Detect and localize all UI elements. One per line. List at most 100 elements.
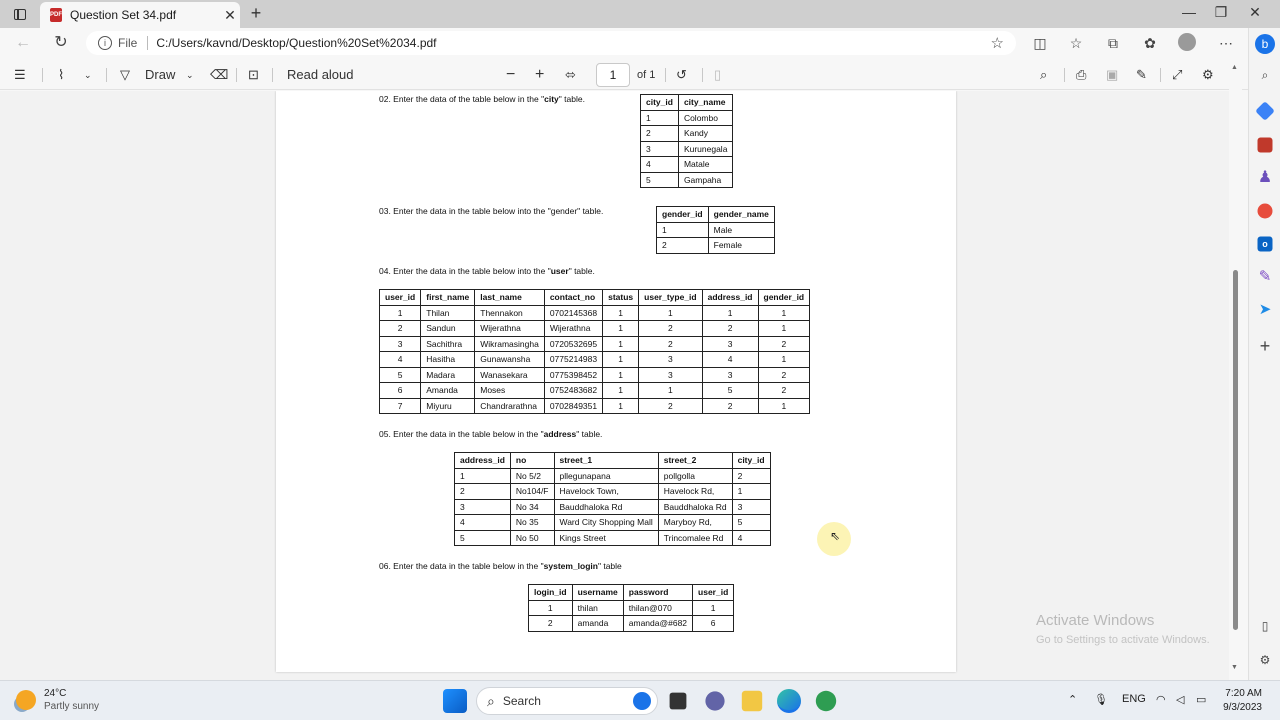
draw-icon[interactable]: ▽: [120, 65, 130, 85]
minimize-button[interactable]: —: [1174, 4, 1204, 20]
rotate-icon[interactable]: ↺: [676, 65, 687, 85]
text-icon[interactable]: ⊡: [248, 65, 259, 85]
column-header: address_id: [701, 289, 759, 306]
search-icon[interactable]: ⌕: [1255, 65, 1275, 85]
table-cell: 4: [640, 156, 679, 173]
close-tab-icon[interactable]: ✕: [220, 7, 240, 24]
table-cell: 5: [454, 529, 511, 546]
tab-actions-icon[interactable]: [8, 4, 32, 24]
teams-chat-icon[interactable]: [705, 691, 725, 711]
designer-icon[interactable]: ✎: [1255, 267, 1275, 287]
pdf-viewer[interactable]: 02. Enter the data of the table below in…: [0, 91, 1242, 680]
sidebar-settings-gear-icon[interactable]: ⚙: [1255, 650, 1275, 670]
back-button[interactable]: ←: [12, 32, 34, 54]
table-cell: 3: [640, 140, 679, 157]
highlight-icon[interactable]: ⌇: [58, 65, 64, 85]
shopping-tag-icon[interactable]: [1255, 101, 1275, 121]
table-cell: 2: [640, 125, 679, 142]
table-cell: pollgolla: [657, 467, 733, 484]
tab-title: Question Set 34.pdf: [70, 8, 177, 22]
table-row: 1 Colombo: [640, 109, 734, 126]
url-field[interactable]: i File C:/Users/kavnd/Desktop/Question%2…: [86, 31, 1016, 55]
favorites-icon[interactable]: ☆: [1066, 33, 1086, 53]
scrollbar-thumb[interactable]: [1233, 270, 1238, 630]
url-text[interactable]: C:/Users/kavnd/Desktop/Question%20Set%20…: [156, 36, 436, 50]
more-options-icon[interactable]: ⋯: [1216, 33, 1236, 53]
volume-icon[interactable]: ◁: [1176, 693, 1184, 706]
file-explorer-icon[interactable]: [741, 690, 763, 712]
draw-button[interactable]: Draw: [145, 65, 175, 85]
table-cell: No 50: [509, 529, 555, 546]
refresh-button[interactable]: ↻: [50, 32, 72, 54]
microphone-icon[interactable]: 🎙: [1094, 693, 1108, 706]
fullscreen-icon[interactable]: ⤢: [1172, 65, 1182, 85]
battery-icon[interactable]: ▭: [1196, 693, 1206, 706]
taskbar-search[interactable]: ⌕ Search: [476, 687, 658, 715]
zoom-out-icon[interactable]: −: [506, 65, 515, 85]
extensions-icon[interactable]: ✿: [1140, 33, 1160, 53]
search-icon[interactable]: ⌕: [1040, 65, 1047, 85]
table-header-row: city_id city_name: [640, 94, 734, 111]
table-cell: thilan@070: [622, 599, 694, 616]
scroll-up-icon[interactable]: ▲: [1231, 64, 1238, 71]
outlook-icon[interactable]: o: [1257, 236, 1273, 252]
sidebar-layout-icon[interactable]: ▯: [1255, 616, 1275, 636]
page-view-icon[interactable]: ▯: [714, 65, 721, 85]
office-icon[interactable]: [1257, 203, 1273, 219]
chevron-down-icon[interactable]: ⌄: [186, 65, 194, 85]
table-header-row: gender_id gender_name: [656, 206, 775, 223]
bing-copilot-icon[interactable]: b: [1255, 34, 1275, 54]
table-cell: Gunawansha: [474, 351, 545, 368]
table-cell: Wijerathna: [543, 320, 604, 337]
drop-icon[interactable]: ➤: [1255, 300, 1275, 320]
contents-icon[interactable]: ☰: [14, 65, 26, 85]
wifi-icon[interactable]: ◠: [1156, 693, 1166, 706]
tools-briefcase-icon[interactable]: [1257, 137, 1273, 153]
add-sidebar-app-icon[interactable]: +: [1255, 336, 1275, 356]
weather-condition: Partly sunny: [44, 701, 100, 712]
start-windows-icon[interactable]: [443, 689, 467, 713]
column-header: contact_no: [543, 289, 604, 306]
tab-active[interactable]: PDF Question Set 34.pdf ✕: [40, 2, 240, 28]
table-cell: 1: [692, 599, 735, 616]
language-indicator[interactable]: ENG: [1122, 693, 1146, 705]
new-tab-button[interactable]: +: [246, 3, 266, 24]
save-as-icon[interactable]: ✎: [1136, 65, 1147, 85]
print-icon[interactable]: ⎙: [1076, 65, 1086, 85]
column-header: first_name: [420, 289, 476, 306]
weather-widget[interactable]: 24°C Partly sunny: [16, 687, 99, 713]
close-window-button[interactable]: ✕: [1240, 4, 1270, 21]
bing-icon: [633, 692, 651, 710]
settings-gear-icon[interactable]: ⚙: [1202, 65, 1214, 85]
read-aloud-button[interactable]: Read aloud: [287, 65, 354, 85]
column-header: city_id: [640, 94, 679, 111]
chevron-down-icon[interactable]: ⌄: [84, 65, 92, 85]
save-icon[interactable]: ▣: [1106, 65, 1118, 85]
tray-chevron-up-icon[interactable]: ⌃: [1068, 693, 1077, 706]
table-cell: 5: [640, 171, 679, 188]
games-icon[interactable]: ♟: [1255, 168, 1275, 188]
page-number-input[interactable]: 1: [596, 63, 630, 87]
collections-icon[interactable]: ⧉: [1103, 33, 1123, 53]
search-icon: ⌕: [487, 692, 495, 709]
vertical-scrollbar[interactable]: ▲ ▼: [1229, 60, 1242, 680]
eraser-icon[interactable]: ⌫: [210, 65, 228, 85]
split-screen-icon[interactable]: ◫: [1030, 33, 1050, 53]
edge-browser-icon[interactable]: [777, 689, 801, 713]
favorite-star-icon[interactable]: ☆: [991, 34, 1004, 52]
scroll-down-icon[interactable]: ▼: [1231, 664, 1238, 671]
info-icon[interactable]: i: [98, 36, 112, 50]
maximize-button[interactable]: ❐: [1206, 4, 1236, 21]
activation-watermark-hint: Go to Settings to activate Windows.: [1036, 634, 1210, 646]
table-cell: 6: [378, 382, 422, 399]
column-header: user_id: [378, 289, 422, 306]
table-cell: 3: [638, 366, 703, 383]
clock[interactable]: 7:20 AM 9/3/2023: [1212, 687, 1262, 715]
table-header-row: login_id username password user_id: [528, 584, 735, 601]
column-header: user_id: [692, 584, 735, 601]
task-view-icon[interactable]: [669, 692, 687, 710]
app-icon[interactable]: [815, 690, 837, 712]
profile-avatar[interactable]: [1178, 33, 1198, 53]
zoom-in-icon[interactable]: +: [535, 65, 544, 85]
fit-page-icon[interactable]: ⬄: [565, 65, 576, 85]
